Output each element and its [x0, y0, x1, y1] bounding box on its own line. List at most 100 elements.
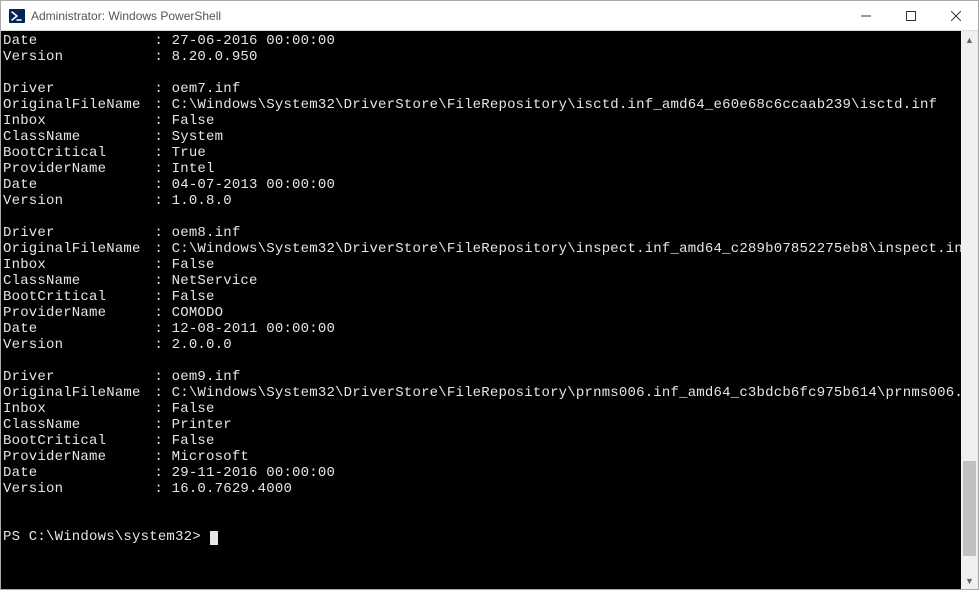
field-value: C:\Windows\System32\DriverStore\FileRepo… — [172, 385, 961, 401]
field-key: BootCritical — [3, 145, 146, 161]
output-line: Driver : oem8.inf — [3, 225, 961, 241]
titlebar[interactable]: Administrator: Windows PowerShell — [1, 1, 978, 31]
field-key: Version — [3, 481, 146, 497]
field-key: Inbox — [3, 113, 146, 129]
window-controls — [843, 1, 978, 30]
output-line: Inbox : False — [3, 401, 961, 417]
field-value: COMODO — [172, 305, 224, 321]
output-line: Date : 12-08-2011 00:00:00 — [3, 321, 961, 337]
field-separator: : — [146, 321, 172, 337]
field-key: BootCritical — [3, 433, 146, 449]
blank-line — [3, 209, 961, 225]
field-key: Inbox — [3, 257, 146, 273]
output-line: Date : 27-06-2016 00:00:00 — [3, 33, 961, 49]
field-key: Version — [3, 193, 146, 209]
field-value: 12-08-2011 00:00:00 — [172, 321, 335, 337]
field-value: False — [172, 113, 215, 129]
output-line: ClassName : Printer — [3, 417, 961, 433]
scroll-up-arrow-icon[interactable]: ▲ — [961, 31, 978, 48]
field-value: True — [172, 145, 206, 161]
minimize-button[interactable] — [843, 1, 888, 30]
field-separator: : — [146, 33, 172, 49]
field-value: Intel — [172, 161, 215, 177]
field-separator: : — [146, 433, 172, 449]
field-key: ClassName — [3, 273, 146, 289]
field-key: OriginalFileName — [3, 241, 146, 257]
field-value: C:\Windows\System32\DriverStore\FileRepo… — [172, 97, 938, 113]
field-separator: : — [146, 193, 172, 209]
output-line: Inbox : False — [3, 257, 961, 273]
field-value: oem9.inf — [172, 369, 241, 385]
vertical-scrollbar[interactable]: ▲ ▼ — [961, 31, 978, 589]
close-button[interactable] — [933, 1, 978, 30]
field-value: oem8.inf — [172, 225, 241, 241]
field-value: Printer — [172, 417, 232, 433]
output-line: Date : 04-07-2013 00:00:00 — [3, 177, 961, 193]
prompt-line[interactable]: PS C:\Windows\system32> — [3, 529, 961, 545]
field-key: Driver — [3, 81, 146, 97]
field-separator: : — [146, 81, 172, 97]
field-value: Microsoft — [172, 449, 249, 465]
field-value: System — [172, 129, 224, 145]
field-value: C:\Windows\System32\DriverStore\FileRepo… — [172, 241, 961, 257]
output-line: ProviderName : Microsoft — [3, 449, 961, 465]
terminal-output[interactable]: Date : 27-06-2016 00:00:00 Version : 8.20… — [1, 31, 961, 589]
field-separator: : — [146, 401, 172, 417]
field-value: 1.0.8.0 — [172, 193, 232, 209]
field-separator: : — [146, 145, 172, 161]
field-value: False — [172, 289, 215, 305]
field-separator: : — [146, 369, 172, 385]
field-key: Date — [3, 465, 146, 481]
field-separator: : — [146, 97, 172, 113]
field-key: Date — [3, 33, 146, 49]
field-key: OriginalFileName — [3, 97, 146, 113]
field-separator: : — [146, 257, 172, 273]
output-line: ProviderName : COMODO — [3, 305, 961, 321]
field-value: 2.0.0.0 — [172, 337, 232, 353]
field-separator: : — [146, 177, 172, 193]
scroll-down-arrow-icon[interactable]: ▼ — [961, 572, 978, 589]
field-key: Inbox — [3, 401, 146, 417]
field-value: False — [172, 401, 215, 417]
field-key: Driver — [3, 369, 146, 385]
field-key: BootCritical — [3, 289, 146, 305]
field-key: OriginalFileName — [3, 385, 146, 401]
maximize-button[interactable] — [888, 1, 933, 30]
blank-line — [3, 497, 961, 513]
field-separator: : — [146, 481, 172, 497]
field-separator: : — [146, 289, 172, 305]
output-line: OriginalFileName : C:\Windows\System32\D… — [3, 385, 961, 401]
output-line: Driver : oem7.inf — [3, 81, 961, 97]
output-line: OriginalFileName : C:\Windows\System32\D… — [3, 241, 961, 257]
blank-line — [3, 65, 961, 81]
window-title: Administrator: Windows PowerShell — [31, 9, 843, 23]
field-separator: : — [146, 305, 172, 321]
field-separator: : — [146, 113, 172, 129]
output-line: ClassName : System — [3, 129, 961, 145]
field-separator: : — [146, 129, 172, 145]
powershell-icon — [9, 8, 25, 24]
cursor — [210, 531, 218, 545]
field-separator: : — [146, 161, 172, 177]
field-value: 8.20.0.950 — [172, 49, 258, 65]
output-line: Inbox : False — [3, 113, 961, 129]
output-line: BootCritical : False — [3, 433, 961, 449]
field-value: 04-07-2013 00:00:00 — [172, 177, 335, 193]
output-line: OriginalFileName : C:\Windows\System32\D… — [3, 97, 961, 113]
field-value: 29-11-2016 00:00:00 — [172, 465, 335, 481]
blank-line — [3, 353, 961, 369]
field-separator: : — [146, 465, 172, 481]
field-key: ProviderName — [3, 161, 146, 177]
output-line: Driver : oem9.inf — [3, 369, 961, 385]
field-key: ProviderName — [3, 449, 146, 465]
field-value: 16.0.7629.4000 — [172, 481, 292, 497]
field-separator: : — [146, 337, 172, 353]
powershell-window: Administrator: Windows PowerShell Date :… — [0, 0, 979, 590]
field-key: Driver — [3, 225, 146, 241]
field-value: NetService — [172, 273, 258, 289]
scroll-thumb[interactable] — [963, 461, 976, 556]
field-separator: : — [146, 273, 172, 289]
output-line: Date : 29-11-2016 00:00:00 — [3, 465, 961, 481]
field-value: False — [172, 257, 215, 273]
field-separator: : — [146, 417, 172, 433]
